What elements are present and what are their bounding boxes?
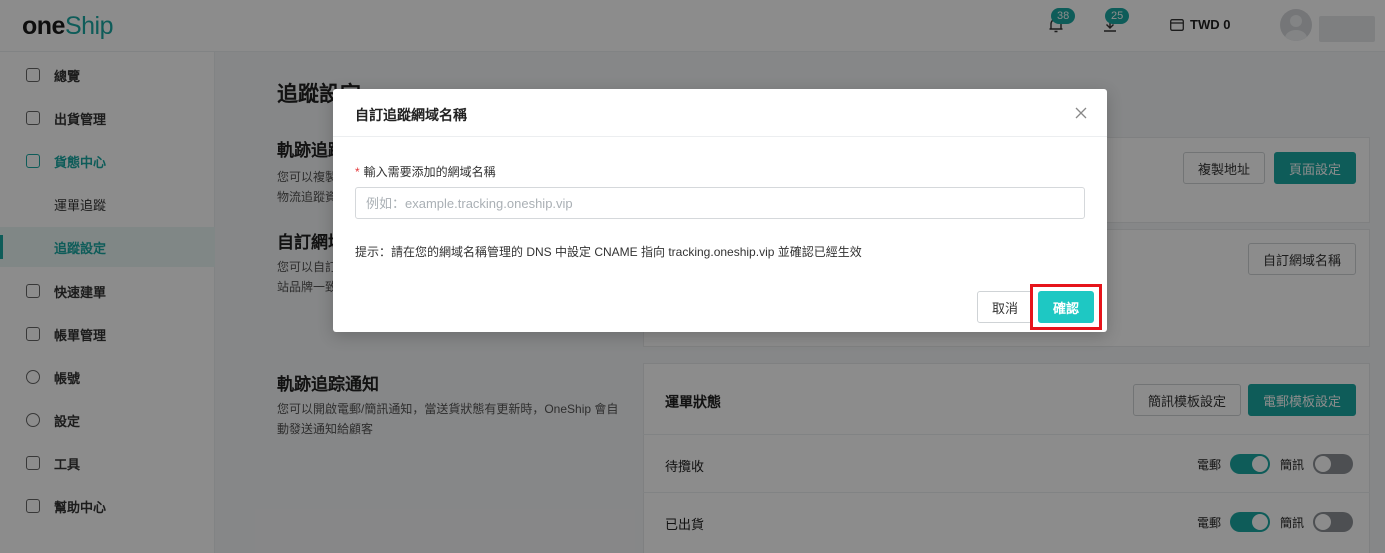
modal-divider <box>333 136 1107 137</box>
required-mark: * <box>355 165 360 179</box>
modal-close-button[interactable] <box>1073 105 1089 121</box>
modal-title: 自訂追蹤網域名稱 <box>355 107 467 123</box>
close-icon <box>1075 107 1087 119</box>
domain-input[interactable] <box>355 187 1085 219</box>
domain-field-label: * 輸入需要添加的網域名稱 <box>355 163 496 180</box>
custom-domain-modal: 自訂追蹤網域名稱 *輸入需要添加的網域名稱 提示：請在您的網域名稱管理的 DNS… <box>333 89 1107 332</box>
domain-field-label-text: 輸入需要添加的網域名稱 <box>363 165 496 179</box>
cancel-button[interactable]: 取消 <box>977 291 1034 323</box>
confirm-highlight-box <box>1030 284 1102 330</box>
cname-hint: 提示：請在您的網域名稱管理的 DNS 中設定 CNAME 指向 tracking… <box>355 245 862 259</box>
